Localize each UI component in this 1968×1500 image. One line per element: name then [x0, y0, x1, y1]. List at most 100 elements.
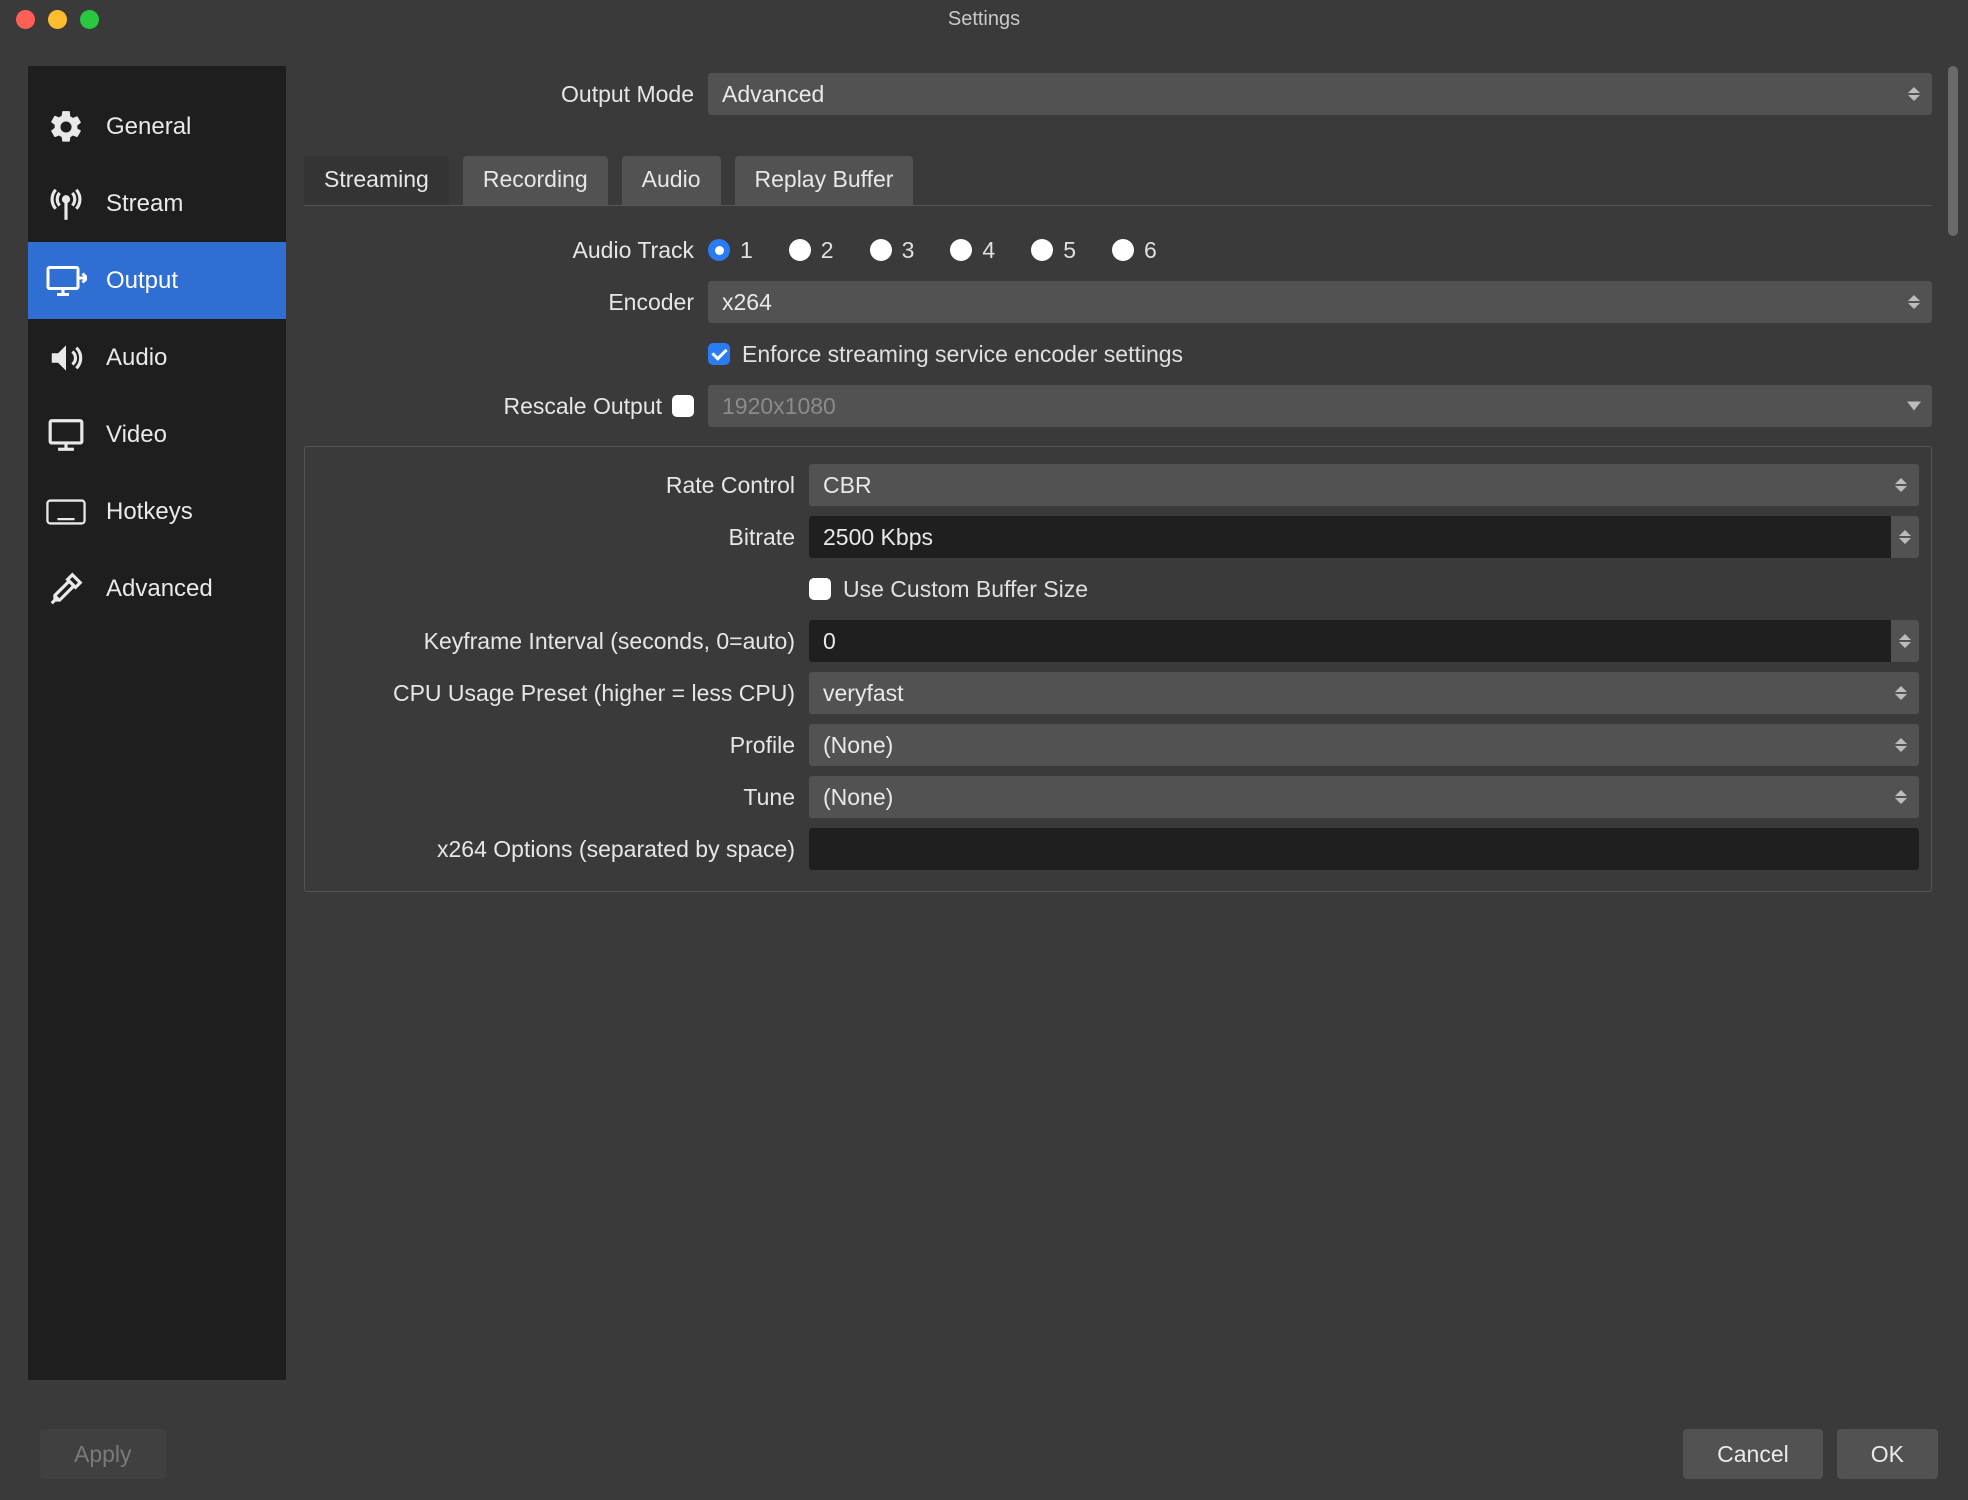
cancel-button[interactable]: Cancel: [1683, 1429, 1823, 1479]
rescale-output-row: Rescale Output 1920x1080: [304, 384, 1932, 428]
updown-icon: [1904, 295, 1924, 309]
bitrate-label: Bitrate: [317, 524, 795, 551]
updown-icon: [1891, 738, 1911, 752]
ok-button[interactable]: OK: [1837, 1429, 1938, 1479]
x264-options-label: x264 Options (separated by space): [317, 836, 795, 863]
custom-buffer-label: Use Custom Buffer Size: [843, 576, 1088, 603]
audio-track-radio-6[interactable]: 6: [1112, 237, 1157, 264]
cpu-preset-label: CPU Usage Preset (higher = less CPU): [317, 680, 795, 707]
radio-icon: [870, 239, 892, 261]
x264-options-input[interactable]: [809, 828, 1919, 870]
output-mode-row: Output Mode Advanced: [304, 72, 1932, 116]
keyframe-interval-row: Keyframe Interval (seconds, 0=auto) 0: [317, 619, 1919, 663]
radio-label: 1: [740, 237, 753, 264]
enforce-encoder-label: Enforce streaming service encoder settin…: [742, 341, 1183, 368]
tab-audio[interactable]: Audio: [622, 156, 721, 205]
button-label: Cancel: [1717, 1441, 1789, 1468]
zoom-window-button[interactable]: [80, 10, 99, 29]
tune-select[interactable]: (None): [809, 776, 1919, 818]
tab-streaming[interactable]: Streaming: [304, 156, 449, 205]
audio-track-radio-5[interactable]: 5: [1031, 237, 1076, 264]
radio-label: 5: [1063, 237, 1076, 264]
sidebar-item-label: Advanced: [106, 575, 213, 603]
audio-track-radio-4[interactable]: 4: [950, 237, 995, 264]
tab-replay-buffer[interactable]: Replay Buffer: [735, 156, 914, 205]
sidebar-item-advanced[interactable]: Advanced: [28, 550, 286, 627]
audio-track-radio-group: 1 2 3 4 5 6: [708, 237, 1157, 264]
audio-track-radio-2[interactable]: 2: [789, 237, 834, 264]
output-mode-select[interactable]: Advanced: [708, 73, 1932, 115]
window-body: General Stream Output Audio: [0, 38, 1968, 1408]
bitrate-input[interactable]: 2500 Kbps: [809, 516, 1919, 558]
sidebar-item-stream[interactable]: Stream: [28, 165, 286, 242]
radio-label: 3: [902, 237, 915, 264]
rate-control-value: CBR: [823, 472, 872, 499]
keyframe-interval-label: Keyframe Interval (seconds, 0=auto): [317, 628, 795, 655]
enforce-encoder-checkbox[interactable]: Enforce streaming service encoder settin…: [708, 341, 1183, 368]
audio-track-radio-1[interactable]: 1: [708, 237, 753, 264]
scrollbar[interactable]: [1948, 66, 1958, 236]
sidebar-item-general[interactable]: General: [28, 88, 286, 165]
sidebar-item-output[interactable]: Output: [28, 242, 286, 319]
checkbox-icon: [809, 578, 831, 600]
output-tabs: Streaming Recording Audio Replay Buffer: [304, 156, 1932, 206]
encoder-select[interactable]: x264: [708, 281, 1932, 323]
monitor-output-icon: [42, 262, 90, 300]
radio-label: 2: [821, 237, 834, 264]
tab-label: Recording: [483, 166, 588, 192]
custom-buffer-checkbox[interactable]: Use Custom Buffer Size: [809, 576, 1088, 603]
encoder-row: Encoder x264: [304, 280, 1932, 324]
rate-control-label: Rate Control: [317, 472, 795, 499]
minimize-window-button[interactable]: [48, 10, 67, 29]
updown-icon: [1891, 686, 1911, 700]
updown-icon: [1891, 478, 1911, 492]
radio-icon: [789, 239, 811, 261]
tab-label: Replay Buffer: [755, 166, 894, 192]
profile-select[interactable]: (None): [809, 724, 1919, 766]
apply-button[interactable]: Apply: [40, 1429, 166, 1479]
cpu-preset-select[interactable]: veryfast: [809, 672, 1919, 714]
tab-recording[interactable]: Recording: [463, 156, 608, 205]
profile-value: (None): [823, 732, 893, 759]
button-label: Apply: [74, 1441, 132, 1468]
spinner-buttons[interactable]: [1891, 620, 1919, 662]
sidebar-item-label: Stream: [106, 190, 183, 218]
dialog-footer: Apply Cancel OK: [0, 1408, 1968, 1500]
button-label: OK: [1871, 1441, 1904, 1468]
rate-control-select[interactable]: CBR: [809, 464, 1919, 506]
keyframe-interval-input[interactable]: 0: [809, 620, 1919, 662]
chevron-down-icon: [1904, 402, 1924, 411]
rescale-output-value: 1920x1080: [722, 393, 836, 420]
sidebar-item-hotkeys[interactable]: Hotkeys: [28, 473, 286, 550]
rescale-output-select[interactable]: 1920x1080: [708, 385, 1932, 427]
radio-icon: [1031, 239, 1053, 261]
tune-label: Tune: [317, 784, 795, 811]
streaming-settings: Audio Track 1 2 3 4 5 6 Encoder x264: [304, 228, 1932, 892]
profile-row: Profile (None): [317, 723, 1919, 767]
spinner-buttons[interactable]: [1891, 516, 1919, 558]
updown-icon: [1891, 790, 1911, 804]
sidebar-item-video[interactable]: Video: [28, 396, 286, 473]
sidebar-item-audio[interactable]: Audio: [28, 319, 286, 396]
radio-icon: [708, 239, 730, 261]
audio-track-radio-3[interactable]: 3: [870, 237, 915, 264]
bitrate-row: Bitrate 2500 Kbps: [317, 515, 1919, 559]
sidebar-item-label: Hotkeys: [106, 498, 193, 526]
enforce-encoder-row: Enforce streaming service encoder settin…: [304, 332, 1932, 376]
close-window-button[interactable]: [16, 10, 35, 29]
encoder-value: x264: [722, 289, 772, 316]
cpu-preset-row: CPU Usage Preset (higher = less CPU) ver…: [317, 671, 1919, 715]
antenna-icon: [42, 185, 90, 223]
rescale-output-label: Rescale Output: [503, 393, 662, 420]
audio-track-label: Audio Track: [304, 237, 694, 264]
x264-options-row: x264 Options (separated by space): [317, 827, 1919, 871]
rescale-output-checkbox[interactable]: [672, 395, 694, 417]
custom-buffer-row: Use Custom Buffer Size: [317, 567, 1919, 611]
settings-window: Settings General Stream Output: [0, 0, 1968, 1500]
rate-control-row: Rate Control CBR: [317, 463, 1919, 507]
tune-value: (None): [823, 784, 893, 811]
encoder-label: Encoder: [304, 289, 694, 316]
updown-icon: [1904, 87, 1924, 101]
tools-icon: [42, 570, 90, 608]
keyboard-icon: [42, 497, 90, 527]
